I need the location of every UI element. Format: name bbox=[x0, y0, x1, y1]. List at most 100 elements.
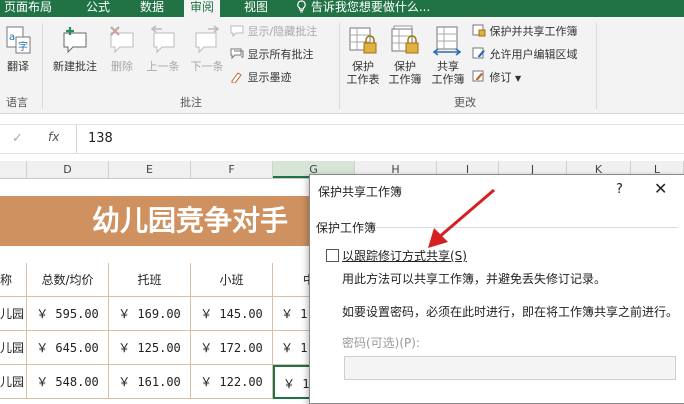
track-changes-label: 修订 bbox=[489, 71, 512, 84]
show-all-comments-button[interactable]: 显示所有批注 bbox=[230, 47, 314, 63]
protect-share-button[interactable]: 保护并共享工作簿 bbox=[472, 24, 578, 40]
new-comment-button[interactable]: 新建批注 bbox=[48, 25, 102, 73]
allow-edit-ranges-button[interactable]: 允许用户编辑区域 bbox=[472, 47, 578, 63]
header-cell[interactable]: 称 bbox=[0, 263, 27, 297]
tell-me-search[interactable]: 告诉我您想要做什么... bbox=[296, 0, 430, 17]
translate-label: 翻译 bbox=[7, 60, 29, 73]
formula-input[interactable]: 138 bbox=[88, 131, 113, 146]
table-cell[interactable]: 儿园 bbox=[0, 297, 27, 331]
header-cell[interactable]: 托班 bbox=[109, 263, 191, 297]
check-icon[interactable]: ✓ bbox=[12, 131, 23, 146]
protect-sheet-line1: 保护 bbox=[352, 60, 374, 73]
share-workbook-line1: 共享 bbox=[437, 60, 459, 73]
description-line-2: 如要设置密码，必须在此时进行，即在将工作簿共享之前进行。 bbox=[342, 305, 679, 319]
group-language-label: 语言 bbox=[6, 96, 28, 109]
ribbon-review: a字 翻译 语言 新建批注 删除 上一条 下一条 显示/隐藏批注 显示所有批注 … bbox=[0, 17, 684, 114]
banner-title: 幼儿园竞争对手 bbox=[92, 204, 289, 237]
lightbulb-icon bbox=[297, 0, 306, 13]
header-cell[interactable]: 中 bbox=[273, 263, 313, 297]
table-cell[interactable]: ￥ 595.00 bbox=[27, 297, 109, 331]
prev-comment-icon bbox=[150, 25, 175, 54]
comments-icon bbox=[230, 48, 244, 60]
show-ink-button[interactable]: 显示墨迹 bbox=[230, 70, 292, 86]
password-input[interactable] bbox=[344, 356, 676, 380]
next-label: 下一条 bbox=[190, 60, 224, 73]
formula-divider bbox=[76, 125, 77, 153]
table-cell[interactable]: ￥ 172.00 bbox=[191, 331, 273, 365]
group-comments-label: 批注 bbox=[180, 96, 202, 109]
new-comment-label: 新建批注 bbox=[53, 60, 97, 73]
tab-page-layout[interactable]: 页面布局 bbox=[4, 0, 52, 17]
share-workbook-button[interactable]: 共享 工作簿 bbox=[428, 25, 468, 86]
prev-comment-button[interactable]: 上一条 bbox=[142, 25, 184, 73]
delete-comment-button[interactable]: 删除 bbox=[104, 25, 140, 73]
protect-workbook-line1: 保护 bbox=[394, 60, 416, 73]
group-changes-label: 更改 bbox=[454, 96, 476, 109]
column-header-e[interactable]: E bbox=[109, 161, 191, 178]
comment-toggle-icon bbox=[230, 25, 244, 38]
protect-workbook-line2: 工作簿 bbox=[388, 73, 422, 86]
protect-sheet-icon bbox=[349, 27, 377, 54]
tab-view[interactable]: 视图 bbox=[244, 0, 268, 17]
header-cell[interactable]: 总数/均价 bbox=[27, 263, 109, 297]
table-cell[interactable]: ￥ 645.00 bbox=[27, 331, 109, 365]
ink-icon bbox=[231, 72, 242, 84]
tab-review[interactable]: 审阅 bbox=[184, 0, 221, 17]
column-header-c[interactable] bbox=[0, 161, 27, 178]
help-button[interactable]: ? bbox=[616, 182, 623, 197]
sheet-banner: 幼儿园竞争对手 bbox=[0, 196, 310, 246]
protect-share-icon bbox=[472, 24, 486, 37]
section-label: 保护工作簿 bbox=[316, 221, 377, 235]
header-cell[interactable]: 小班 bbox=[191, 263, 273, 297]
table-cell[interactable]: ￥ 1 bbox=[273, 331, 313, 365]
show-all-comments-label: 显示所有批注 bbox=[247, 48, 314, 61]
password-label: 密码(可选)(P): bbox=[342, 336, 421, 350]
table-cell[interactable]: ￥ 1 bbox=[273, 297, 313, 331]
chevron-down-icon: ▼ bbox=[515, 74, 522, 83]
svg-text:字: 字 bbox=[18, 40, 28, 53]
show-hide-comment-button[interactable]: 显示/隐藏批注 bbox=[230, 24, 317, 40]
column-header-d[interactable]: D bbox=[27, 161, 109, 178]
tab-data[interactable]: 数据 bbox=[140, 0, 164, 17]
tell-me-text: 告诉我您想要做什么... bbox=[310, 0, 431, 14]
table-cell[interactable]: ￥ 122.00 bbox=[191, 365, 273, 399]
new-comment-icon bbox=[63, 27, 87, 54]
table-cell[interactable]: ￥ 145.00 bbox=[191, 297, 273, 331]
tab-formulas[interactable]: 公式 bbox=[86, 0, 110, 17]
table-cell[interactable]: 儿园 bbox=[0, 331, 27, 365]
track-changes-checkbox[interactable] bbox=[326, 249, 339, 262]
insert-function-icon[interactable]: fx bbox=[48, 130, 59, 144]
close-icon[interactable]: ✕ bbox=[654, 179, 667, 198]
protect-sheet-button[interactable]: 保护 工作表 bbox=[344, 25, 382, 86]
protect-sheet-line2: 工作表 bbox=[346, 73, 380, 86]
allow-edit-icon bbox=[472, 47, 485, 59]
translate-button[interactable]: a字 翻译 bbox=[2, 25, 34, 73]
translate-icon: a字 bbox=[6, 26, 31, 54]
group-divider bbox=[596, 23, 597, 109]
ribbon-tab-bar: 页面布局 公式 数据 审阅 视图 告诉我您想要做什么... bbox=[0, 0, 684, 17]
table-cell[interactable]: 儿园 bbox=[0, 365, 27, 399]
track-changes-icon bbox=[472, 70, 484, 82]
column-header-f[interactable]: F bbox=[191, 161, 273, 178]
share-workbook-line2: 工作簿 bbox=[431, 73, 465, 86]
group-divider bbox=[339, 23, 340, 109]
show-ink-label: 显示墨迹 bbox=[247, 71, 292, 84]
prev-label: 上一条 bbox=[146, 60, 180, 73]
next-comment-icon bbox=[195, 25, 220, 54]
next-comment-button[interactable]: 下一条 bbox=[186, 25, 228, 73]
annotation-arrow bbox=[428, 188, 495, 248]
formula-bar: ✓ fx 138 bbox=[0, 124, 684, 154]
table-cell[interactable]: ￥ 548.00 bbox=[27, 365, 109, 399]
table-cell[interactable]: ￥ 169.00 bbox=[109, 297, 191, 331]
protect-workbook-button[interactable]: 保护 工作簿 bbox=[385, 25, 425, 86]
share-workbook-icon bbox=[432, 26, 462, 56]
description-line-1: 用此方法可以共享工作簿，并避免丢失修订记录。 bbox=[342, 272, 607, 286]
selected-cell[interactable]: ￥ 1 bbox=[273, 365, 313, 399]
delete-comment-icon bbox=[110, 26, 134, 54]
table-cell[interactable]: ￥ 161.00 bbox=[109, 365, 191, 399]
table-cell[interactable]: ￥ 125.00 bbox=[109, 331, 191, 365]
dialog-title: 保护共享工作簿 bbox=[318, 185, 403, 199]
track-changes-button[interactable]: 修订 ▼ bbox=[472, 70, 521, 86]
allow-edit-label: 允许用户编辑区域 bbox=[489, 48, 578, 61]
group-divider bbox=[42, 23, 43, 109]
